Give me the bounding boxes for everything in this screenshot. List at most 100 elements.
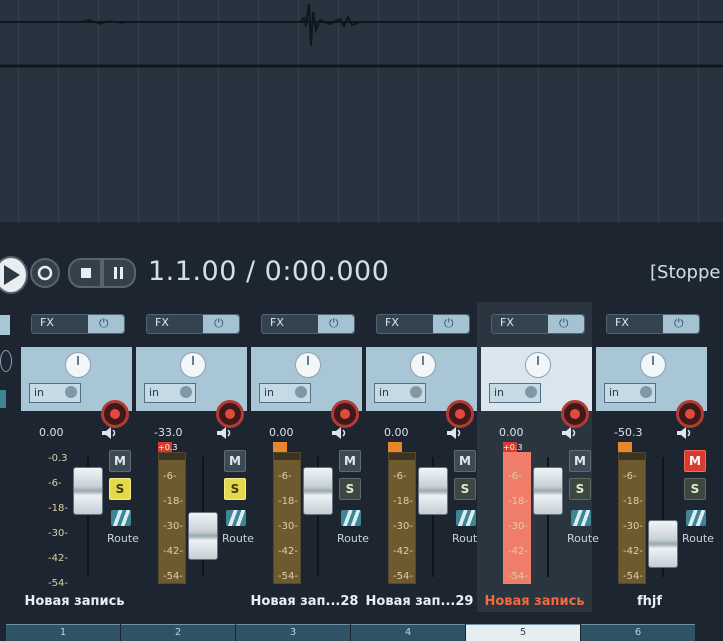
volume-fader[interactable]	[533, 467, 563, 515]
record-arm-button[interactable]	[216, 400, 244, 428]
fx-button[interactable]: FX ⏻	[31, 314, 125, 334]
stop-button[interactable]	[68, 258, 102, 288]
meter-scale-label: -30-	[508, 521, 528, 532]
fx-power-button[interactable]: ⏻	[203, 315, 239, 333]
speaker-icon[interactable]	[676, 426, 694, 440]
record-arm-button[interactable]	[561, 400, 589, 428]
fx-button[interactable]: FX ⏻	[146, 314, 240, 334]
record-icon	[570, 409, 580, 419]
route-icon[interactable]	[686, 510, 706, 526]
speaker-icon[interactable]	[446, 426, 464, 440]
mute-button[interactable]: M	[454, 450, 476, 472]
speaker-icon[interactable]	[216, 426, 234, 440]
channel-strip[interactable]: FX ⏻ in 0.00 -6- -18- -30- -42- -54- M S Rou…	[247, 302, 369, 612]
volume-fader[interactable]	[303, 467, 333, 515]
meter-scale-label: -6-	[163, 471, 177, 482]
volume-readout[interactable]: -50.3	[614, 426, 642, 439]
route-icon[interactable]	[226, 510, 246, 526]
record-arm-button[interactable]	[676, 400, 704, 428]
route-icon[interactable]	[456, 510, 476, 526]
mute-button[interactable]: M	[224, 450, 246, 472]
channel-strip[interactable]: FX ⏻ in 0.00 -0.3 -6- -18- -30- -42- -54- M S…	[17, 302, 139, 612]
channel-strip[interactable]: FX ⏻ in 0.00 -6- -18- -30- -42- -54- M S Rou…	[362, 302, 484, 612]
track-number-tab[interactable]: 2	[121, 624, 235, 641]
input-select[interactable]: in	[489, 383, 541, 403]
meter-scale-label: -18-	[278, 496, 298, 507]
speaker-icon[interactable]	[101, 426, 119, 440]
volume-readout[interactable]: 0.00	[269, 426, 294, 439]
volume-readout[interactable]: 0.00	[39, 426, 64, 439]
solo-button[interactable]: S	[569, 478, 591, 500]
channel-strip[interactable]: FX ⏻ in -33.0 +0.3 -6- -18- -30- -42- -54- M…	[132, 302, 254, 612]
track-number-tab[interactable]: 3	[236, 624, 350, 641]
fx-power-button[interactable]: ⏻	[548, 315, 584, 333]
mute-button[interactable]: M	[109, 450, 131, 472]
speaker-icon[interactable]	[561, 426, 579, 440]
pan-knob[interactable]	[295, 352, 321, 378]
fx-button[interactable]: FX ⏻	[491, 314, 585, 334]
track-name[interactable]: Новая запись	[477, 594, 592, 609]
fx-power-button[interactable]: ⏻	[663, 315, 699, 333]
track-number-tab[interactable]: 4	[351, 624, 465, 641]
mute-button[interactable]: M	[684, 450, 706, 472]
record-arm-button[interactable]	[101, 400, 129, 428]
pan-knob[interactable]	[65, 352, 91, 378]
solo-button[interactable]: S	[454, 478, 476, 500]
audio-waveform[interactable]	[0, 0, 723, 70]
mute-button[interactable]: M	[569, 450, 591, 472]
input-select[interactable]: in	[29, 383, 81, 403]
speaker-icon[interactable]	[331, 426, 349, 440]
volume-readout[interactable]: -33.0	[154, 426, 182, 439]
pan-knob[interactable]	[525, 352, 551, 378]
route-icon[interactable]	[111, 510, 131, 526]
solo-button[interactable]: S	[339, 478, 361, 500]
arrange-view[interactable]	[0, 0, 723, 222]
mute-button[interactable]: M	[339, 450, 361, 472]
input-select[interactable]: in	[604, 383, 656, 403]
meter-scale-label: -42-	[623, 546, 643, 557]
fx-button[interactable]: FX ⏻	[376, 314, 470, 334]
loop-button[interactable]	[30, 258, 60, 288]
track-name[interactable]: Новая запись	[17, 594, 132, 609]
route-label[interactable]: Route	[682, 532, 714, 545]
fx-power-button[interactable]: ⏻	[433, 315, 469, 333]
track-number-tab[interactable]: 1	[6, 624, 120, 641]
pan-knob[interactable]	[180, 352, 206, 378]
volume-fader[interactable]	[73, 467, 103, 515]
fx-button[interactable]: FX ⏻	[606, 314, 700, 334]
volume-fader[interactable]	[648, 520, 678, 568]
left-edge-knob[interactable]	[0, 350, 12, 372]
solo-button[interactable]: S	[224, 478, 246, 500]
volume-readout[interactable]: 0.00	[499, 426, 524, 439]
input-select[interactable]: in	[259, 383, 311, 403]
track-number-tab[interactable]: 6	[581, 624, 695, 641]
pan-knob[interactable]	[640, 352, 666, 378]
record-arm-button[interactable]	[331, 400, 359, 428]
transport-state: [Stoppe	[650, 262, 721, 283]
channel-strip[interactable]: FX ⏻ in -50.3 -6- -18- -30- -42- -54- M S Ro…	[592, 302, 714, 612]
meter-scale-label: -54-	[508, 571, 528, 582]
meter-scale-label: -6-	[48, 478, 62, 489]
pause-button[interactable]	[102, 258, 136, 288]
channel-strip[interactable]: FX ⏻ in 0.00 +0.3 -6- -18- -30- -42- -54- M …	[477, 302, 599, 612]
fx-power-button[interactable]: ⏻	[318, 315, 354, 333]
left-edge-button[interactable]	[0, 315, 10, 335]
input-select[interactable]: in	[374, 383, 426, 403]
solo-button[interactable]: S	[684, 478, 706, 500]
route-icon[interactable]	[341, 510, 361, 526]
play-button[interactable]	[0, 256, 28, 294]
volume-fader[interactable]	[418, 467, 448, 515]
input-select[interactable]: in	[144, 383, 196, 403]
volume-readout[interactable]: 0.00	[384, 426, 409, 439]
track-name[interactable]: Новая зап...29	[362, 594, 477, 609]
record-arm-button[interactable]	[446, 400, 474, 428]
route-icon[interactable]	[571, 510, 591, 526]
fx-power-button[interactable]: ⏻	[88, 315, 124, 333]
track-name[interactable]: Новая зап...28	[247, 594, 362, 609]
track-name[interactable]: fhjf	[592, 594, 707, 609]
volume-fader[interactable]	[188, 512, 218, 560]
fx-button[interactable]: FX ⏻	[261, 314, 355, 334]
solo-button[interactable]: S	[109, 478, 131, 500]
track-number-tab[interactable]: 5	[466, 624, 580, 641]
pan-knob[interactable]	[410, 352, 436, 378]
